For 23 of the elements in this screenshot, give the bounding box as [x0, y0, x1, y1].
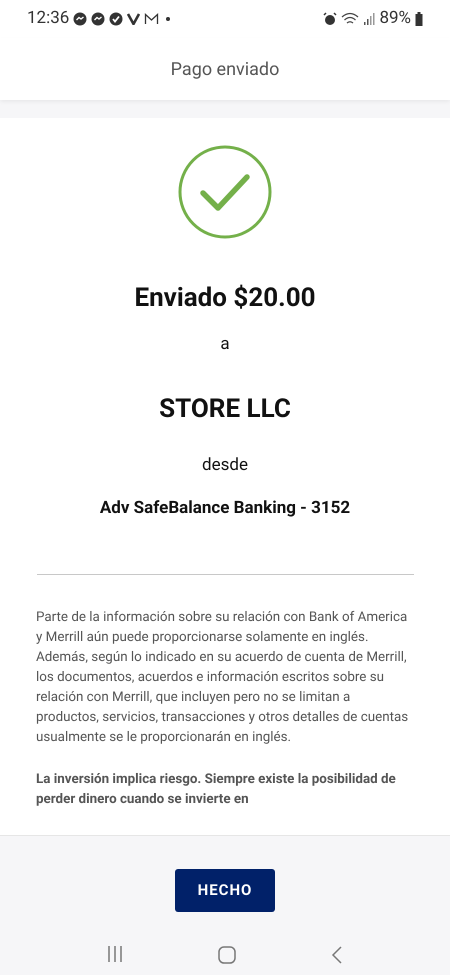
signal-icon — [363, 13, 376, 25]
alarm-icon — [323, 12, 338, 26]
messenger-icon — [73, 12, 88, 26]
v-logo-icon — [127, 13, 140, 25]
check-badge-icon — [109, 12, 124, 26]
done-button[interactable]: HECHO — [175, 869, 275, 912]
to-label: a — [220, 333, 230, 356]
status-time: 12:36 — [27, 7, 70, 30]
disclosure-paragraph: La inversión implica riesgo. Siempre existe la posibilidad de perder dinero cuando se invierte en — [36, 770, 397, 808]
battery-icon — [415, 12, 423, 26]
messenger-icon — [91, 12, 106, 26]
recipient-name: STORE LLC — [159, 392, 291, 426]
back-icon[interactable] — [330, 945, 344, 965]
account-name: Adv SafeBalance Banking - 3152 — [100, 497, 350, 520]
home-icon[interactable] — [216, 945, 237, 965]
page-title: Pago enviado — [170, 58, 280, 82]
disclosure-paragraph: Parte de la información sobre su relación con Bank of America y Merrill aún puede proporcionarse solamente en inglés. Además, según lo indicado en su acuerdo de cuenta de Merrill, los documentos, acuerdos e información escritos sobre su relación con Merrill, que incluyen pero no se limitan a productos, servicios, transacciones y otros detalles de cuentas usualmente se le proporcionarán en inglés. — [36, 608, 410, 746]
from-label: desde — [202, 454, 248, 476]
recent-apps-icon[interactable] — [106, 945, 124, 963]
check-circle-icon — [178, 145, 272, 239]
wifi-icon — [341, 12, 360, 26]
battery-percent: 89% — [379, 7, 411, 30]
amount-sent: Enviado $20.00 — [134, 282, 316, 315]
